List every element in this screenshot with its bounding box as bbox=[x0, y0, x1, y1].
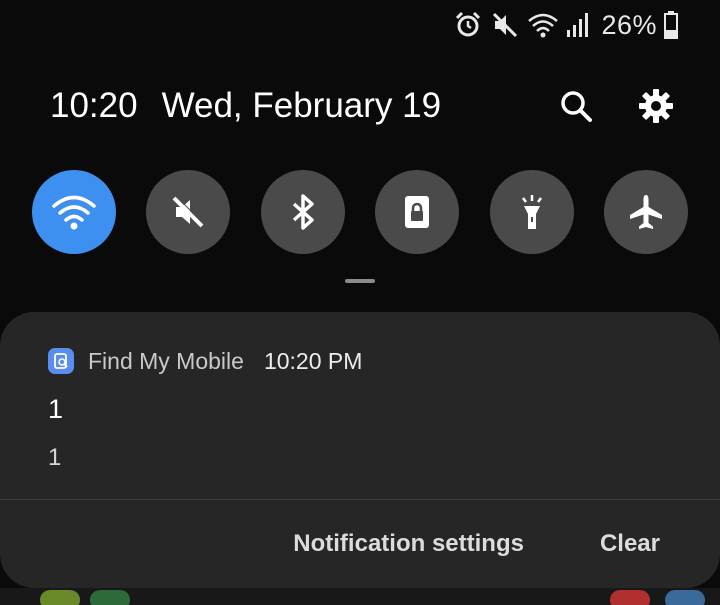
battery-icon bbox=[664, 11, 678, 39]
flashlight-toggle[interactable] bbox=[489, 170, 574, 254]
app-icon-peek bbox=[90, 590, 130, 605]
alarm-icon bbox=[453, 10, 483, 40]
wifi-icon bbox=[52, 195, 96, 230]
notification-title: 1 bbox=[48, 394, 64, 424]
bluetooth-toggle[interactable] bbox=[260, 170, 345, 254]
lock-icon bbox=[405, 196, 430, 228]
notification-time: 10:20 PM bbox=[263, 347, 363, 374]
screen-lock-toggle[interactable] bbox=[375, 170, 460, 254]
notification-body: 1 bbox=[48, 444, 62, 471]
status-bar: 26% bbox=[453, 8, 678, 42]
settings-button[interactable] bbox=[636, 86, 676, 126]
sound-toggle[interactable] bbox=[146, 170, 231, 254]
wifi-toggle[interactable] bbox=[32, 170, 116, 254]
app-icon-peek bbox=[40, 590, 80, 605]
notification-card[interactable]: Find My Mobile 10:20 PM 1 1 Notification… bbox=[0, 312, 720, 588]
shade-header: 10:20 Wed, February 19 bbox=[50, 78, 676, 134]
notification-app-name: Find My Mobile bbox=[88, 347, 244, 374]
notification-header: Find My Mobile 10:20 PM bbox=[48, 346, 362, 376]
date: Wed, February 19 bbox=[161, 86, 442, 125]
battery-percentage: 26% bbox=[601, 9, 657, 40]
wifi-icon bbox=[527, 11, 559, 39]
find-my-mobile-icon bbox=[48, 348, 74, 374]
header-actions bbox=[556, 86, 676, 126]
airplane-mode-toggle[interactable] bbox=[603, 170, 688, 254]
app-icon-peek bbox=[610, 590, 650, 605]
notification-settings-button[interactable]: Notification settings bbox=[293, 530, 524, 558]
notification-actions: Notification settings Clear bbox=[293, 530, 660, 558]
notification-shade: 26% 10:20 Wed, February 19 Find My Mobil… bbox=[0, 0, 720, 605]
airplane-icon bbox=[629, 195, 662, 229]
home-screen-peek bbox=[0, 588, 720, 605]
quick-settings bbox=[32, 170, 688, 254]
signal-icon bbox=[566, 12, 590, 38]
gear-icon bbox=[639, 89, 673, 123]
search-button[interactable] bbox=[556, 86, 596, 126]
notification-divider bbox=[0, 499, 720, 500]
clock: 10:20 bbox=[50, 86, 138, 125]
search-icon bbox=[561, 91, 592, 122]
app-icon-peek bbox=[665, 590, 705, 605]
bluetooth-icon bbox=[292, 194, 314, 230]
drag-handle[interactable] bbox=[345, 279, 375, 283]
clear-button[interactable]: Clear bbox=[600, 530, 660, 558]
flashlight-icon bbox=[521, 195, 542, 229]
mute-icon bbox=[490, 10, 520, 40]
mute-icon bbox=[172, 195, 205, 228]
